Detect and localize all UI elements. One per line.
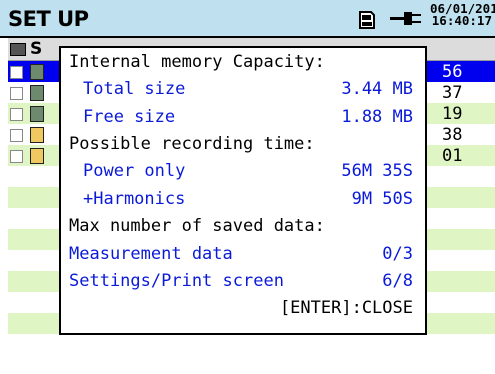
data-file-icon: [30, 85, 44, 101]
data-file-icon: [30, 64, 44, 80]
saved-data-heading: Max number of saved data:: [69, 216, 325, 236]
row-value: 37: [442, 83, 463, 103]
harmonics-value: 9M 50S: [351, 189, 413, 209]
row-checkbox[interactable]: [10, 66, 23, 79]
row-value: 56: [442, 62, 463, 82]
date-time: 06/01/2014 16:40:17: [430, 2, 495, 28]
time-text: 16:40:17: [431, 13, 492, 28]
title-bar: SET UP 06/01/2014 16:40:17: [0, 0, 495, 38]
free-size-value: 1.88 MB: [341, 107, 413, 127]
measurement-data-label: Measurement data: [69, 244, 233, 264]
ac-plug-icon: [390, 12, 421, 25]
power-only-value: 56M 35S: [341, 161, 413, 181]
close-button[interactable]: [ENTER]:CLOSE: [280, 298, 413, 318]
row-checkbox[interactable]: [10, 87, 23, 100]
power-only-label: Power only: [83, 161, 186, 181]
settings-file-icon: [30, 127, 44, 143]
list-header-text: S: [30, 39, 43, 59]
memory-heading: Internal memory Capacity:: [69, 52, 325, 72]
measurement-data-value: 0/3: [382, 244, 413, 264]
settings-file-icon: [30, 148, 44, 164]
harmonics-label: +Harmonics: [83, 189, 186, 209]
memory-card-icon: [359, 11, 375, 29]
row-value: 19: [442, 104, 463, 124]
row-value: 01: [442, 146, 463, 166]
screen-title: SET UP: [8, 7, 89, 31]
settings-print-value: 6/8: [382, 271, 413, 291]
memory-info-dialog: Internal memory Capacity: Total size 3.4…: [59, 46, 427, 335]
recording-heading: Possible recording time:: [69, 134, 315, 154]
row-checkbox[interactable]: [10, 129, 23, 142]
row-checkbox[interactable]: [10, 150, 23, 163]
settings-print-label: Settings/Print screen: [69, 271, 284, 291]
data-file-icon: [30, 106, 44, 122]
folder-icon: [10, 43, 26, 56]
setup-screen: SET UP 06/01/2014 16:40:17 S 56: [0, 0, 495, 374]
row-checkbox[interactable]: [10, 108, 23, 121]
total-size-value: 3.44 MB: [341, 79, 413, 99]
total-size-label: Total size: [83, 79, 186, 99]
row-value: 38: [442, 125, 463, 145]
free-size-label: Free size: [83, 107, 176, 127]
